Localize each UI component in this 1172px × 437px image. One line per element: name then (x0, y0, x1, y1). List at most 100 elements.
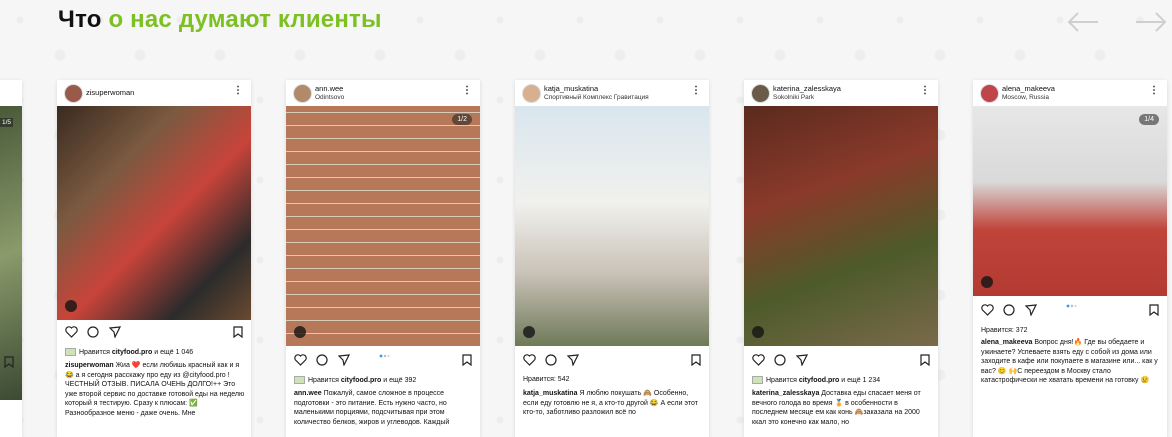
avatar[interactable] (64, 84, 83, 103)
post-location[interactable]: Спортивный Комплекс Гравитация (544, 94, 649, 101)
user-tag-icon[interactable] (752, 326, 764, 338)
share-icon[interactable] (1025, 304, 1037, 316)
post-header: ann.wee Odintsovo ⋮ (286, 80, 480, 106)
post-location[interactable]: Sokolniki Park (773, 94, 814, 101)
liker-avatar (65, 348, 76, 356)
heart-icon[interactable] (523, 354, 536, 366)
user-tag-icon[interactable] (294, 326, 306, 338)
post-header: alena_makeeva Moscow, Russia ⋮ (973, 80, 1167, 106)
post-username[interactable]: katerina_zalesskaya (773, 84, 841, 93)
post-header: zisuperwoman ⋮ (57, 80, 251, 106)
likes-user[interactable]: cityfood.pro (341, 377, 381, 384)
bookmark-icon[interactable] (1149, 304, 1159, 316)
likes-prefix: Нравится (308, 376, 339, 384)
photo-counter: 1/4 (1139, 114, 1159, 125)
arrow-left-icon[interactable] (1066, 10, 1100, 34)
avatar[interactable] (522, 84, 541, 103)
likes-line: Нравится: 542 (523, 376, 569, 383)
more-options-icon[interactable]: ⋮ (1149, 86, 1159, 96)
title-part-dark: Что (58, 6, 102, 33)
caption-username[interactable]: zisuperwoman (65, 362, 114, 369)
post-caption: ann.wee Пожалуй, самое сложное в процесс… (294, 389, 474, 427)
comment-icon[interactable] (316, 354, 328, 366)
comment-icon[interactable] (87, 326, 99, 338)
likes-user[interactable]: cityfood.pro (112, 349, 152, 356)
avatar[interactable] (751, 84, 770, 103)
partial-post-card[interactable]: 1/5 (0, 80, 22, 437)
post-username[interactable]: katja_muskatina (544, 84, 598, 93)
likes-count: и ещё 392 (383, 376, 417, 384)
more-options-icon[interactable]: ⋮ (233, 86, 243, 96)
share-icon[interactable] (109, 326, 121, 338)
comment-icon[interactable] (545, 354, 557, 366)
heart-icon[interactable] (65, 326, 78, 338)
bookmark-icon[interactable] (691, 354, 701, 366)
heart-icon[interactable] (294, 354, 307, 366)
likes-prefix: Нравится (79, 348, 110, 356)
user-tag-icon[interactable] (523, 326, 535, 338)
likes-line: Нравится cityfood.pro и ещё 392 (294, 376, 416, 384)
post-caption: alena_makeeva Вопрос дня!🔥 Где вы обедае… (981, 338, 1161, 386)
likes-prefix: Нравится: (981, 327, 1014, 334)
caption-username[interactable]: alena_makeeva (981, 339, 1032, 346)
post-card[interactable]: katja_muskatina Спортивный Комплекс Грав… (515, 80, 709, 437)
section-title: Что о нас думают клиенты (58, 6, 382, 34)
likes-count: и ещё 1 046 (154, 348, 194, 356)
caption-username[interactable]: ann.wee (294, 390, 322, 397)
post-caption: katerina_zalesskaya Доставка еды спасает… (752, 389, 932, 427)
post-card[interactable]: ann.wee Odintsovo ⋮ 1/2 Нравится cityfoo… (286, 80, 480, 437)
caption-username[interactable]: katerina_zalesskaya (752, 390, 819, 397)
bookmark-icon[interactable] (233, 326, 243, 338)
likes-count: и ещё 1 234 (841, 376, 881, 384)
post-location[interactable]: Odintsovo (315, 94, 344, 101)
post-card[interactable]: katerina_zalesskaya Sokolniki Park ⋮ Нра… (744, 80, 938, 437)
post-caption: zisuperwoman Жиа ❤️ если любишь красный … (65, 361, 245, 418)
photo-counter: 1/2 (452, 114, 472, 125)
carousel-dots (1066, 304, 1077, 308)
user-tag-icon[interactable] (981, 276, 993, 288)
user-tag-icon[interactable] (65, 300, 77, 312)
post-card[interactable]: zisuperwoman ⋮ Нравится cityfood.pro и е… (57, 80, 251, 437)
post-actions (292, 354, 474, 368)
carousel-dots (379, 354, 390, 358)
likes-user[interactable]: cityfood.pro (799, 377, 839, 384)
caption-username[interactable]: katja_muskatina (523, 390, 577, 397)
share-icon[interactable] (796, 354, 808, 366)
avatar[interactable] (293, 84, 312, 103)
bookmark-icon[interactable] (462, 354, 472, 366)
post-username[interactable]: alena_makeeva (1002, 84, 1055, 93)
heart-icon[interactable] (752, 354, 765, 366)
post-photo[interactable] (744, 106, 938, 346)
photo-counter: 1/5 (0, 118, 14, 127)
title-part-accent: о нас думают клиенты (108, 6, 382, 33)
post-photo[interactable]: 1/4 (973, 106, 1167, 296)
post-caption: katja_muskatina Я люблю покушать 🙈 Особе… (523, 389, 703, 418)
share-icon[interactable] (567, 354, 579, 366)
post-actions (750, 354, 932, 368)
comment-icon[interactable] (1003, 304, 1015, 316)
post-username[interactable]: zisuperwoman (86, 88, 134, 97)
likes-prefix: Нравится (766, 376, 797, 384)
bookmark-icon[interactable] (920, 354, 930, 366)
post-photo[interactable] (57, 106, 251, 320)
post-photo[interactable] (515, 106, 709, 346)
likes-count: 542 (557, 376, 570, 383)
liker-avatar (294, 376, 305, 384)
more-options-icon[interactable]: ⋮ (462, 86, 472, 96)
bookmark-icon[interactable] (4, 356, 14, 368)
post-photo[interactable]: 1/2 (286, 106, 480, 346)
post-location[interactable]: Moscow, Russia (1002, 94, 1049, 101)
more-options-icon[interactable]: ⋮ (920, 86, 930, 96)
likes-prefix: Нравится: (523, 376, 556, 383)
post-header: katerina_zalesskaya Sokolniki Park ⋮ (744, 80, 938, 106)
share-icon[interactable] (338, 354, 350, 366)
heart-icon[interactable] (981, 304, 994, 316)
arrow-right-icon[interactable] (1134, 10, 1168, 34)
more-options-icon[interactable]: ⋮ (691, 86, 701, 96)
comment-icon[interactable] (774, 354, 786, 366)
likes-line: Нравится cityfood.pro и ещё 1 046 (65, 348, 193, 356)
post-username[interactable]: ann.wee (315, 84, 343, 93)
caption-text: Жиа ❤️ если любишь красный как и я😂 а я … (65, 362, 245, 417)
avatar[interactable] (980, 84, 999, 103)
post-card[interactable]: alena_makeeva Moscow, Russia ⋮ 1/4 Нрави… (973, 80, 1167, 437)
